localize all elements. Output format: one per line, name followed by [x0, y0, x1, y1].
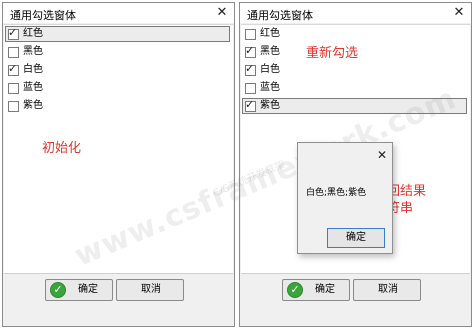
- checkbox[interactable]: ✓: [245, 98, 256, 112]
- check-icon: ✓: [8, 26, 18, 39]
- check-icon: ✓: [245, 44, 255, 57]
- item-label: 紫色: [23, 100, 43, 111]
- item-label: 红色: [260, 28, 280, 39]
- left-close-icon[interactable]: ✕: [215, 5, 229, 21]
- left-window: 通用勾选窗体 ✕ ✓ 红色 黑色 ✓ 白色 蓝色 紫色 ✓ 确定 取消: [2, 2, 235, 327]
- right-close-icon[interactable]: ✕: [452, 5, 466, 21]
- item-label: 蓝色: [260, 82, 280, 93]
- item-label: 蓝色: [23, 82, 43, 93]
- ok-check-icon: ✓: [287, 282, 303, 298]
- checkbox[interactable]: [245, 29, 256, 40]
- left-item-blue[interactable]: 蓝色: [5, 80, 230, 96]
- right-item-white[interactable]: ✓ 白色: [242, 62, 467, 78]
- item-label: 红色: [23, 28, 43, 39]
- left-title-bar: 通用勾选窗体 ✕: [3, 3, 234, 23]
- left-item-white[interactable]: ✓ 白色: [5, 62, 230, 78]
- dialog-ok-button[interactable]: 确定: [327, 228, 385, 248]
- left-cancel-button[interactable]: 取消: [116, 279, 184, 301]
- check-icon: ✓: [245, 62, 255, 75]
- checkbox[interactable]: ✓: [8, 26, 19, 40]
- dialog-message: 白色;黑色;紫色: [306, 188, 367, 198]
- left-item-black[interactable]: 黑色: [5, 44, 230, 60]
- ok-check-icon: ✓: [50, 282, 66, 298]
- right-window-title: 通用勾选窗体: [247, 9, 313, 22]
- left-item-red[interactable]: ✓ 红色: [5, 26, 230, 42]
- right-cancel-button[interactable]: 取消: [353, 279, 421, 301]
- right-title-bar: 通用勾选窗体 ✕: [240, 3, 471, 23]
- checkbox[interactable]: [8, 101, 19, 112]
- ok-label: 确定: [78, 284, 98, 295]
- annotation-initialize: 初始化: [42, 141, 82, 156]
- right-ok-button[interactable]: ✓ 确定: [282, 279, 350, 301]
- checkbox[interactable]: [8, 83, 19, 94]
- item-label: 白色: [260, 64, 280, 75]
- item-label: 黑色: [23, 46, 43, 57]
- dialog-close-icon[interactable]: ✕: [377, 148, 387, 162]
- cancel-label: 取消: [378, 284, 398, 295]
- item-label: 紫色: [260, 100, 280, 111]
- checkbox[interactable]: [245, 83, 256, 94]
- ok-label: 确定: [315, 284, 335, 295]
- check-icon: ✓: [245, 98, 255, 111]
- result-dialog: ✕ 白色;黑色;紫色 确定: [297, 142, 393, 254]
- check-icon: ✓: [8, 62, 18, 75]
- checkbox[interactable]: ✓: [8, 62, 19, 76]
- left-window-title: 通用勾选窗体: [10, 9, 76, 22]
- item-label: 黑色: [260, 46, 280, 57]
- left-ok-button[interactable]: ✓ 确定: [45, 279, 113, 301]
- left-item-purple[interactable]: 紫色: [5, 98, 230, 114]
- annotation-reselect: 重新勾选: [306, 46, 359, 61]
- checkbox[interactable]: ✓: [245, 62, 256, 76]
- checkbox[interactable]: [8, 47, 19, 58]
- right-item-red[interactable]: 红色: [242, 26, 467, 42]
- cancel-label: 取消: [141, 284, 161, 295]
- item-label: 白色: [23, 64, 43, 75]
- checkbox[interactable]: ✓: [245, 44, 256, 58]
